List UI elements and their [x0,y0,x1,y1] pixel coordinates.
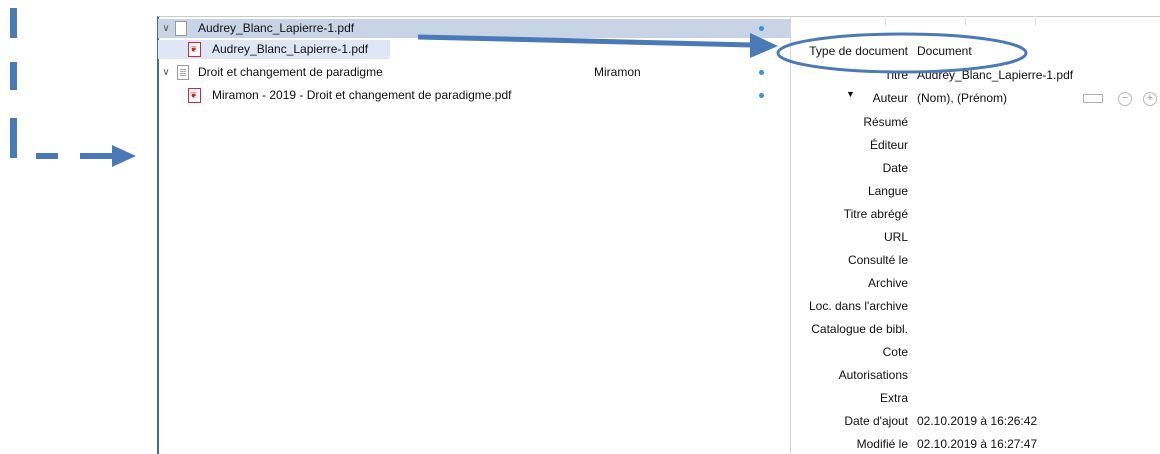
annotation-overlay [417,32,1028,74]
annotation-arrow-line [417,34,753,48]
annotation-highlight-ellipse [776,32,1028,74]
annotation-arrowhead [750,33,778,58]
